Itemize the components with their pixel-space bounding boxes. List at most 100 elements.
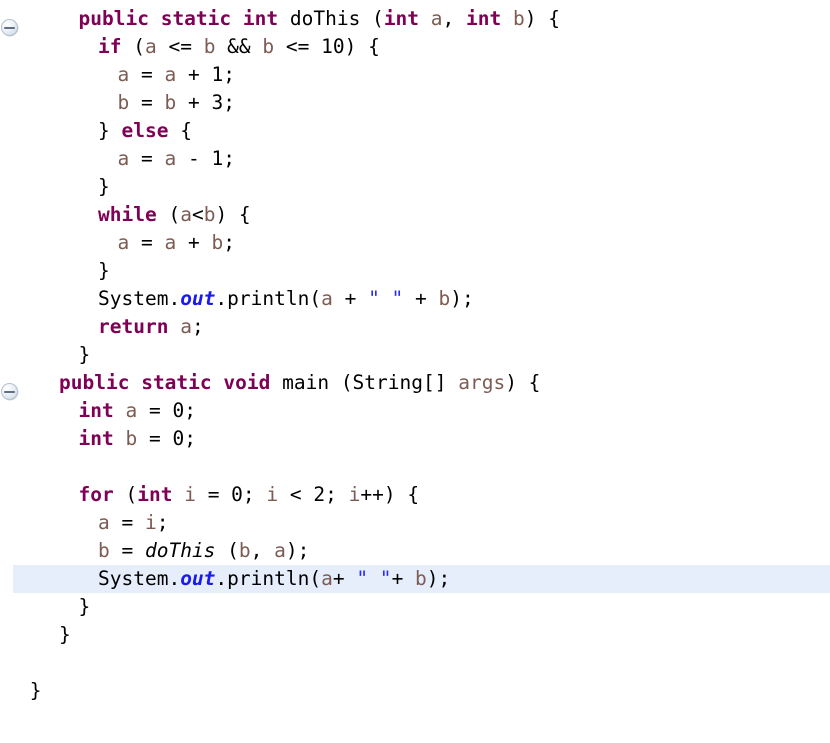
token-pln: ; <box>223 231 235 254</box>
code-line-text: a = i; <box>0 509 830 537</box>
token-var: a <box>117 63 130 86</box>
code-line[interactable]: while (a<b) { <box>0 201 830 229</box>
token-pln: ++) { <box>360 483 420 506</box>
token-var: a <box>144 35 157 58</box>
code-line[interactable]: public static void main (String[] args) … <box>0 369 830 397</box>
token-var: a <box>164 63 177 86</box>
code-line[interactable]: } <box>0 593 830 621</box>
code-line-text: } else { <box>0 117 830 145</box>
token-str: " " <box>368 287 404 310</box>
token-pln <box>212 371 224 394</box>
token-pln: ); <box>285 539 310 562</box>
token-kw: if <box>98 35 122 58</box>
token-var: b <box>117 91 130 114</box>
code-line-text: b = b + 3; <box>0 89 830 117</box>
token-pln: ( <box>113 483 138 506</box>
token-kw: static <box>160 7 232 30</box>
token-pln: , <box>250 539 275 562</box>
code-line-text: int a = 0; <box>0 397 830 425</box>
code-line[interactable]: public static int doThis (int a, int b) … <box>0 5 830 33</box>
code-line[interactable]: a = a + b; <box>0 229 830 257</box>
code-line-text: } <box>0 257 830 285</box>
token-var: b <box>513 7 525 30</box>
code-line[interactable]: } <box>0 677 830 705</box>
token-var: args <box>458 371 506 394</box>
code-line[interactable]: a = a - 1; <box>0 145 830 173</box>
token-str: " " <box>356 567 392 590</box>
code-line[interactable]: int a = 0; <box>0 397 830 425</box>
code-line-text: } <box>0 621 830 649</box>
code-line[interactable]: return a; <box>0 313 830 341</box>
code-line[interactable]: b = doThis (b, a); <box>0 537 830 565</box>
token-var: b <box>125 427 138 450</box>
token-pln <box>501 7 513 30</box>
code-line-text: a = a + 1; <box>0 61 830 89</box>
code-line-text: } <box>0 593 830 621</box>
token-pln: = 0; <box>137 427 196 450</box>
code-line-text: a = a - 1; <box>0 145 830 173</box>
token-pln: + <box>391 567 416 590</box>
code-line-text: public static int doThis (int a, int b) … <box>0 5 830 33</box>
code-line[interactable]: } <box>0 257 830 285</box>
token-pln: ( <box>156 203 181 226</box>
token-pln: ; <box>156 511 169 534</box>
code-line[interactable]: int b = 0; <box>0 425 830 453</box>
code-line-text: b = doThis (b, a); <box>0 537 830 565</box>
code-line-text: public static void main (String[] args) … <box>0 369 830 397</box>
code-line[interactable]: System.out.println(a + " " + b); <box>0 285 830 313</box>
code-line[interactable]: for (int i = 0; i < 2; i++) { <box>0 481 830 509</box>
token-pln: , <box>442 7 467 30</box>
token-pln <box>149 7 161 30</box>
token-var: a <box>180 315 192 338</box>
code-line[interactable]: b = b + 3; <box>0 89 830 117</box>
token-pln: ; <box>191 315 204 338</box>
token-pln: + <box>332 287 369 310</box>
token-kw: int <box>137 483 173 506</box>
code-line-text: System.out.println(a+ " "+ b); <box>13 565 830 593</box>
code-line[interactable]: a = i; <box>0 509 830 537</box>
code-line-text: } <box>0 341 830 369</box>
code-line-text: return a; <box>0 313 830 341</box>
code-line-highlighted[interactable]: System.out.println(a+ " "+ b); <box>13 565 830 593</box>
token-pln: = <box>129 231 165 254</box>
token-var: a <box>117 231 130 254</box>
token-pln <box>114 427 126 450</box>
code-line[interactable] <box>0 453 830 481</box>
token-kw: else <box>121 119 169 142</box>
token-kw: int <box>78 399 114 422</box>
code-editor-pane[interactable]: public static int doThis (int a, int b) … <box>0 0 830 738</box>
code-line[interactable]: if (a <= b && b <= 10) { <box>0 33 830 61</box>
token-pln: ( <box>121 35 145 58</box>
token-pln: } <box>98 175 110 198</box>
token-pln: = <box>129 63 165 86</box>
code-line[interactable]: } <box>0 621 830 649</box>
code-line[interactable]: } <box>0 173 830 201</box>
token-pln: ( <box>215 539 239 562</box>
token-var: a <box>274 539 286 562</box>
code-line[interactable]: } else { <box>0 117 830 145</box>
token-pln: ) { <box>505 371 541 394</box>
token-var: b <box>262 35 275 58</box>
token-pln <box>168 315 180 338</box>
code-line-text: if (a <= b && b <= 10) { <box>0 33 830 61</box>
code-line[interactable] <box>0 649 830 677</box>
code-content-area[interactable]: public static int doThis (int a, int b) … <box>0 0 830 743</box>
token-var: i <box>266 483 279 506</box>
token-var: a <box>164 231 177 254</box>
token-pln: doThis ( <box>278 7 384 30</box>
token-pln: main (String[] <box>270 371 459 394</box>
token-pln: } <box>78 595 91 618</box>
token-kw: int <box>242 7 279 30</box>
token-pln: + 3; <box>176 91 235 114</box>
token-pln: } <box>29 679 42 702</box>
token-pln: System. <box>98 287 181 310</box>
code-line[interactable]: a = a + 1; <box>0 61 830 89</box>
token-pln: { <box>168 119 192 142</box>
token-pln: .println( <box>215 567 322 590</box>
code-line[interactable]: } <box>0 341 830 369</box>
token-pln: = 0; <box>195 483 267 506</box>
token-var: b <box>203 35 216 58</box>
token-pln <box>129 371 141 394</box>
token-kw: public <box>59 371 130 394</box>
token-pln: = 0; <box>137 399 196 422</box>
